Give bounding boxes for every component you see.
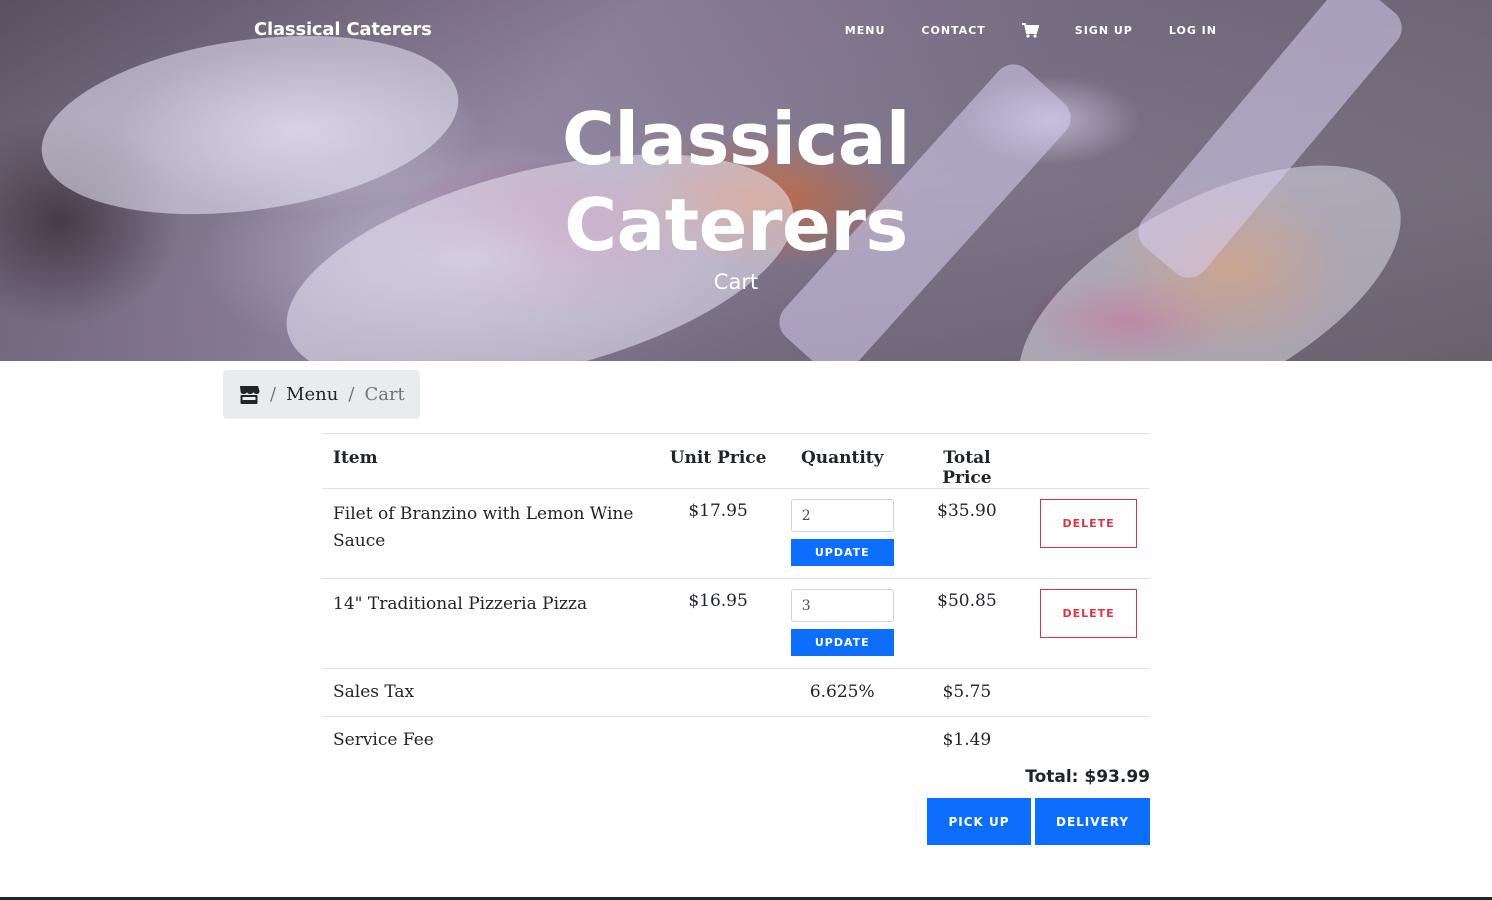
sales-tax-label: Sales Tax [322,668,657,717]
total-price: $50.85 [904,578,1030,669]
header-quantity: Quantity [779,433,905,489]
service-fee-label: Service Fee [322,716,657,765]
breadcrumb: / Menu / Cart [223,370,420,419]
breadcrumb-separator: / [348,384,355,405]
delivery-button[interactable]: DELIVERY [1035,798,1150,845]
hero-title-line1: Classical [562,97,910,181]
brand-logo[interactable]: Classical Caterers [254,19,432,40]
unit-price: $17.95 [656,488,780,579]
breadcrumb-current: Cart [364,384,405,405]
header-actions [1029,433,1150,489]
hero-banner: Classical Caterers MENU CONTACT SIGN UP … [0,0,1492,361]
nav-menu-link[interactable]: MENU [845,24,886,37]
store-icon[interactable] [238,385,260,405]
cart-table: Item Unit Price Quantity Total Price Fil… [322,433,1150,765]
checkout-buttons: PICK UP DELIVERY [927,798,1150,845]
delete-button[interactable]: DELETE [1040,589,1138,638]
nav-contact-link[interactable]: CONTACT [921,24,985,37]
item-name: 14" Traditional Pizzeria Pizza [333,594,588,614]
nav-links: MENU CONTACT SIGN UP LOG IN [845,23,1217,38]
item-name: Filet of Branzino with Lemon Wine Sauce [333,504,634,551]
nav-login-link[interactable]: LOG IN [1169,24,1217,37]
sales-tax-amount: $5.75 [904,668,1030,717]
order-total: Total: $93.99 [1025,767,1150,787]
table-row: Filet of Branzino with Lemon Wine Sauce … [322,488,1150,579]
update-button[interactable]: UPDATE [790,629,894,656]
delete-button[interactable]: DELETE [1040,499,1138,548]
sales-tax-rate: 6.625% [779,668,905,717]
update-button[interactable]: UPDATE [790,539,894,566]
hero-subtitle: Cart [713,270,759,294]
quantity-input[interactable] [790,499,894,532]
header-item: Item [322,433,657,489]
table-header-row: Item Unit Price Quantity Total Price [322,433,1150,489]
total-price: $35.90 [904,488,1030,579]
unit-price: $16.95 [656,578,780,669]
service-fee-row: Service Fee $1.49 [322,716,1150,765]
shopping-cart-icon[interactable] [1021,23,1040,38]
header-unit-price: Unit Price [656,433,780,489]
nav-signup-link[interactable]: SIGN UP [1075,24,1133,37]
breadcrumb-menu-link[interactable]: Menu [286,384,338,405]
sales-tax-row: Sales Tax 6.625% $5.75 [322,668,1150,717]
quantity-input[interactable] [790,589,894,622]
hero-title-line2: Caterers [564,183,908,267]
header-total-price: Total Price [904,433,1030,489]
breadcrumb-separator: / [270,384,277,405]
hero-title: Classical Caterers [0,96,1472,268]
pick-up-button[interactable]: PICK UP [927,798,1031,845]
navbar: Classical Caterers MENU CONTACT SIGN UP … [0,0,1492,62]
table-row: 14" Traditional Pizzeria Pizza $16.95 UP… [322,578,1150,669]
service-fee-amount: $1.49 [904,716,1030,765]
